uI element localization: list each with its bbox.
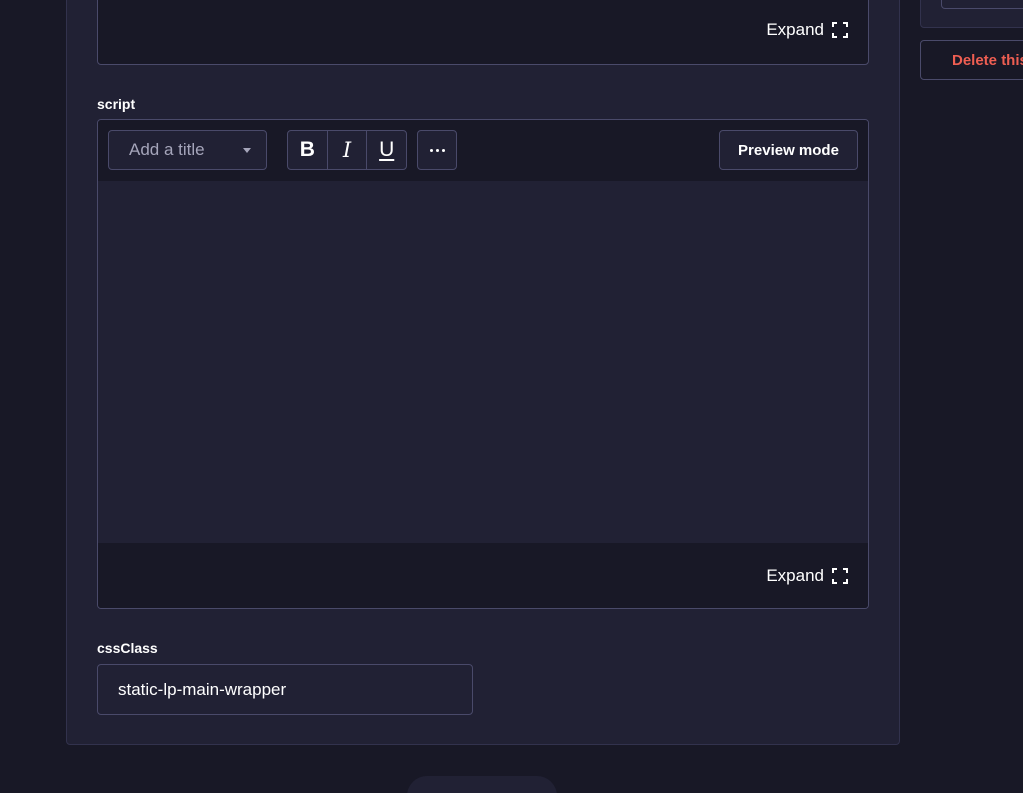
script-editor: Add a title B I U Preview mode Expand <box>97 119 869 609</box>
more-icon-dot <box>441 148 445 152</box>
more-icon <box>429 148 433 152</box>
preview-mode-button[interactable]: Preview mode <box>719 130 858 170</box>
title-select-placeholder: Add a title <box>129 140 205 159</box>
editor-text-area[interactable] <box>98 181 868 543</box>
underline-button[interactable]: U <box>366 131 406 169</box>
side-panel-card <box>920 0 1023 28</box>
caret-down-icon <box>243 148 251 153</box>
editor-toolbar: Add a title B I U Preview mode <box>98 120 868 181</box>
bold-button[interactable]: B <box>288 131 327 169</box>
css-class-input[interactable] <box>97 664 473 715</box>
expand-button[interactable]: Expand <box>766 566 848 586</box>
delete-entry-button[interactable]: Delete this entry <box>920 40 1023 80</box>
delete-entry-label: Delete this entry <box>952 51 1023 69</box>
css-class-label: cssClass <box>97 640 158 656</box>
expand-label: Expand <box>766 20 824 39</box>
page: Expand script Add a title B I U Preview … <box>0 0 1023 793</box>
expand-icon <box>832 22 848 38</box>
more-options-button[interactable] <box>417 130 457 170</box>
bottom-action-button[interactable] <box>407 776 557 793</box>
expand-button[interactable]: Expand <box>766 20 848 40</box>
side-panel-field[interactable] <box>941 0 1023 9</box>
more-icon-dot <box>435 148 439 152</box>
expand-label: Expand <box>766 566 824 585</box>
editor-footer: Expand <box>98 543 868 608</box>
italic-button[interactable]: I <box>326 131 367 169</box>
title-select[interactable]: Add a title <box>108 130 267 170</box>
expand-icon <box>832 568 848 584</box>
format-buttons: B I U <box>287 130 407 170</box>
previous-editor: Expand <box>97 0 869 65</box>
script-label: script <box>97 96 136 112</box>
